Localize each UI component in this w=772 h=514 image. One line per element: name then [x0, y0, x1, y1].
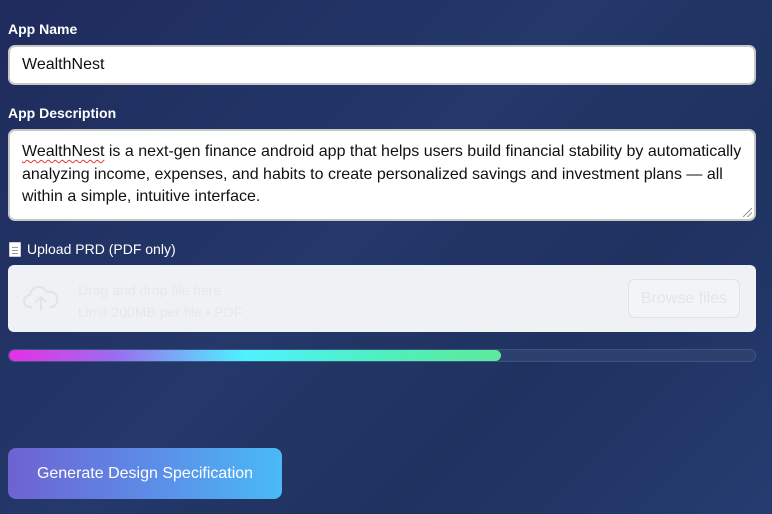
browse-files-button[interactable]: Browse files	[628, 279, 740, 318]
app-name-value: WealthNest	[22, 56, 105, 73]
upload-prd-text: Upload PRD (PDF only)	[27, 241, 176, 257]
generate-design-spec-button[interactable]: Generate Design Specification	[8, 448, 282, 499]
app-description-text: is a next-gen finance android app that h…	[22, 143, 742, 205]
upload-prd-label: Upload PRD (PDF only)	[9, 241, 176, 257]
dropzone-line-2: Limit 200MB per file • PDF	[78, 304, 243, 320]
app-name-input[interactable]: WealthNest	[8, 45, 756, 85]
progress-bar-fill	[9, 350, 502, 361]
page-icon	[9, 241, 21, 257]
app-description-label: App Description	[8, 105, 117, 121]
dropzone-instructions: Drag and drop file here Limit 200MB per …	[78, 279, 242, 323]
cloud-upload-icon	[23, 286, 59, 311]
dropzone-line-1: Drag and drop file here	[78, 282, 222, 298]
file-dropzone[interactable]: Drag and drop file here Limit 200MB per …	[8, 265, 756, 332]
app-name-label: App Name	[8, 21, 78, 37]
progress-bar	[8, 349, 756, 362]
resize-grip-icon[interactable]	[743, 208, 752, 217]
misspelled-word: WealthNest	[22, 143, 105, 160]
app-description-textarea[interactable]: WealthNest is a next-gen finance android…	[8, 129, 756, 221]
